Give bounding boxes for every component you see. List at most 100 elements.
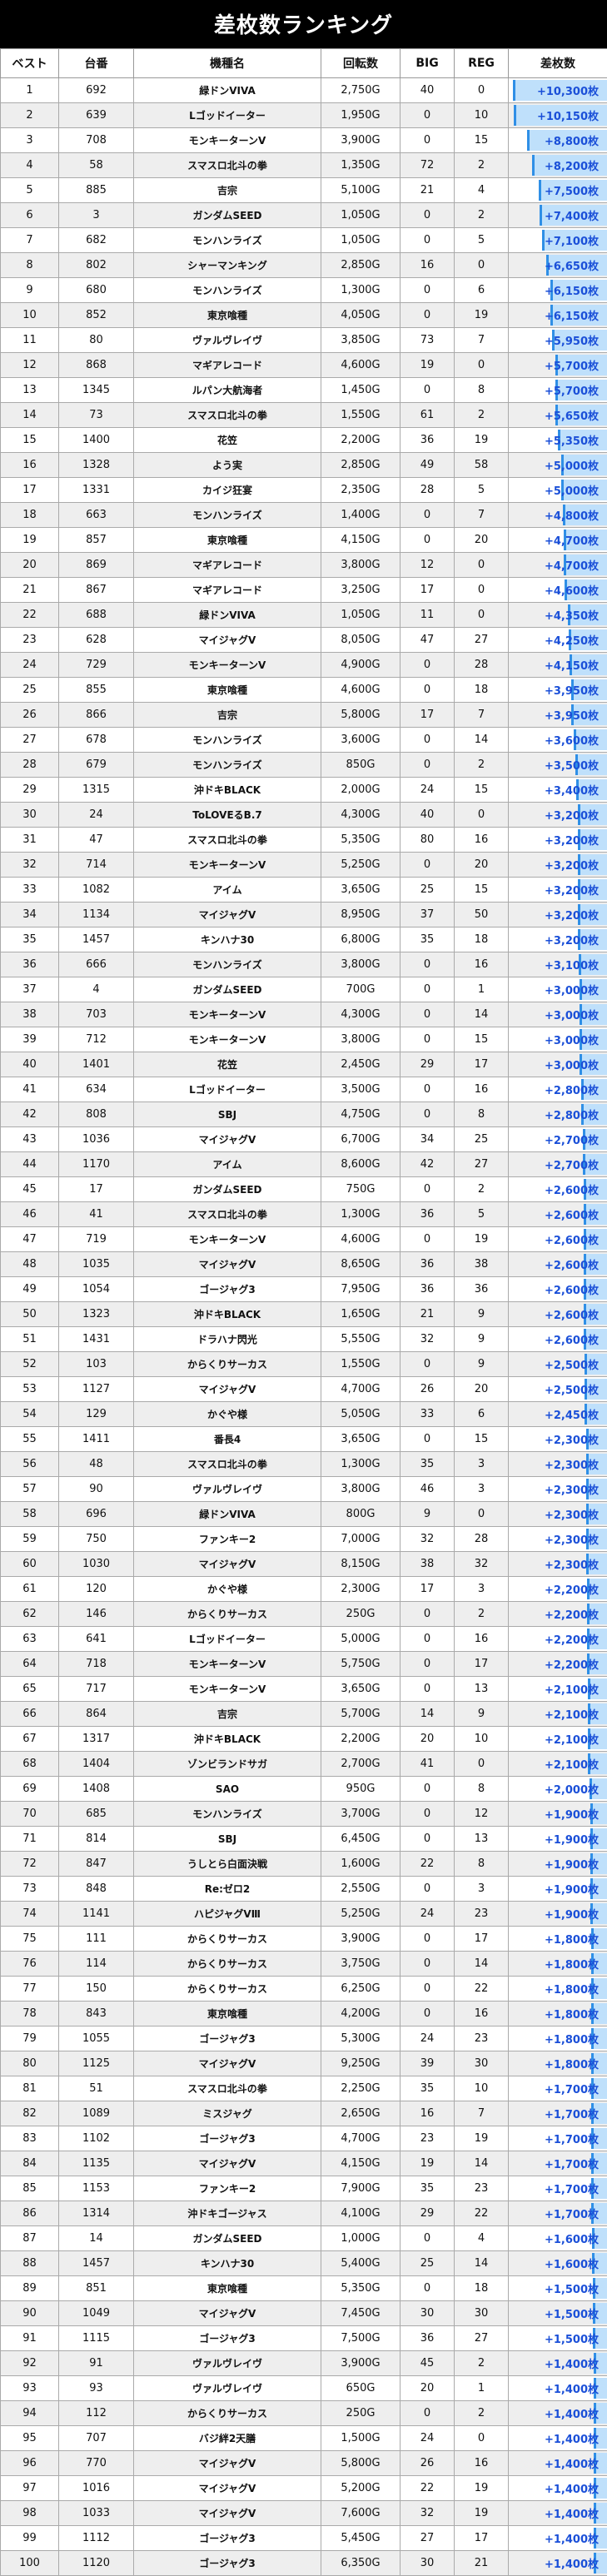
diff-cell: +2,200枚: [509, 1652, 607, 1677]
header-big: BIG: [401, 49, 455, 78]
reg-cell: 7: [455, 503, 509, 528]
diff-value: +7,500枚: [545, 186, 599, 198]
big-cell: 26: [401, 2451, 455, 2476]
rank-cell: 62: [1, 1602, 59, 1627]
big-cell: 0: [401, 203, 455, 228]
table-row: 20869マギアレコード3,800G120+4,700枚: [1, 553, 607, 578]
big-cell: 35: [401, 2076, 455, 2101]
spins-cell: 1,050G: [321, 603, 401, 628]
spins-cell: 4,750G: [321, 1102, 401, 1127]
machine-name-cell: マイジャグV: [134, 2476, 321, 2501]
rank-cell: 45: [1, 1177, 59, 1202]
reg-cell: 27: [455, 1152, 509, 1177]
spins-cell: 5,000G: [321, 1627, 401, 1652]
diff-cell: +2,300枚: [509, 1502, 607, 1527]
machine-number-cell: 1317: [59, 1727, 134, 1752]
machine-number-cell: 639: [59, 103, 134, 128]
machine-name-cell: モンハンライズ: [134, 952, 321, 977]
diff-cell: +7,100枚: [509, 228, 607, 253]
diff-value: +2,600枚: [545, 1335, 599, 1347]
diff-value: +2,300枚: [545, 1460, 599, 1472]
rank-cell: 82: [1, 2101, 59, 2126]
machine-name-cell: ルパン大航海者: [134, 378, 321, 403]
spins-cell: 3,650G: [321, 1677, 401, 1702]
spins-cell: 4,700G: [321, 2126, 401, 2151]
machine-number-cell: 1331: [59, 478, 134, 503]
rank-cell: 32: [1, 853, 59, 878]
machine-name-cell: バジ絆2天膳: [134, 2426, 321, 2451]
machine-number-cell: 808: [59, 1102, 134, 1127]
reg-cell: 6: [455, 278, 509, 303]
machine-number-cell: 707: [59, 2426, 134, 2451]
machine-number-cell: 703: [59, 1002, 134, 1027]
diff-value: +2,600枚: [545, 1310, 599, 1322]
table-row: 331082アイム3,650G2515+3,200枚: [1, 878, 607, 903]
spins-cell: 3,700G: [321, 1802, 401, 1827]
machine-number-cell: 719: [59, 1227, 134, 1252]
big-cell: 19: [401, 353, 455, 378]
diff-cell: +2,300枚: [509, 1527, 607, 1552]
machine-name-cell: 番長4: [134, 1427, 321, 1452]
machine-name-cell: 東京喰種: [134, 2276, 321, 2301]
spins-cell: 4,150G: [321, 2151, 401, 2176]
spins-cell: 6,250G: [321, 1977, 401, 2002]
machine-number-cell: 851: [59, 2276, 134, 2301]
reg-cell: 3: [455, 1577, 509, 1602]
big-cell: 30: [401, 2551, 455, 2576]
big-cell: 0: [401, 728, 455, 753]
diff-cell: +5,650枚: [509, 403, 607, 428]
machine-number-cell: 41: [59, 1202, 134, 1227]
spins-cell: 2,700G: [321, 1752, 401, 1777]
rank-cell: 50: [1, 1302, 59, 1327]
diff-cell: +1,800枚: [509, 1977, 607, 2002]
reg-cell: 15: [455, 778, 509, 803]
table-row: 94112からくりサーカス250G02+1,400枚: [1, 2401, 607, 2426]
reg-cell: 2: [455, 153, 509, 178]
rank-cell: 79: [1, 2026, 59, 2051]
rank-cell: 77: [1, 1977, 59, 2002]
diff-value: +10,150枚: [537, 111, 599, 123]
machine-number-cell: 111: [59, 1927, 134, 1952]
diff-value: +2,100枚: [545, 1684, 599, 1697]
diff-cell: +4,150枚: [509, 653, 607, 678]
spins-cell: 850G: [321, 753, 401, 778]
diff-value: +2,200枚: [545, 1634, 599, 1647]
diff-value: +2,800枚: [545, 1110, 599, 1122]
rank-cell: 60: [1, 1552, 59, 1577]
table-row: 691408SAO950G08+2,000枚: [1, 1777, 607, 1802]
reg-cell: 16: [455, 1077, 509, 1102]
table-row: 3024ToLOVEるB.74,300G400+3,200枚: [1, 803, 607, 828]
machine-name-cell: Lゴッドイーター: [134, 103, 321, 128]
big-cell: 0: [401, 2226, 455, 2251]
reg-cell: 19: [455, 2476, 509, 2501]
rank-cell: 81: [1, 2076, 59, 2101]
table-row: 341134マイジャグV8,950G3750+3,200枚: [1, 903, 607, 927]
diff-cell: +2,600枚: [509, 1302, 607, 1327]
big-cell: 0: [401, 1627, 455, 1652]
machine-name-cell: 花笠: [134, 428, 321, 453]
diff-value: +1,900枚: [545, 1834, 599, 1847]
spins-cell: 5,750G: [321, 1652, 401, 1677]
spins-cell: 7,900G: [321, 2176, 401, 2201]
reg-cell: 19: [455, 2501, 509, 2526]
diff-cell: +2,800枚: [509, 1077, 607, 1102]
diff-cell: +2,600枚: [509, 1252, 607, 1277]
table-row: 58696緑ドンVIVA800G90+2,300枚: [1, 1502, 607, 1527]
machine-number-cell: 680: [59, 278, 134, 303]
table-row: 39712モンキーターンV3,800G015+3,000枚: [1, 1027, 607, 1052]
table-row: 501323沖ドキBLACK1,650G219+2,600枚: [1, 1302, 607, 1327]
big-cell: 72: [401, 153, 455, 178]
machine-number-cell: 1036: [59, 1127, 134, 1152]
spins-cell: 4,200G: [321, 2002, 401, 2026]
big-cell: 0: [401, 2002, 455, 2026]
diff-cell: +2,100枚: [509, 1727, 607, 1752]
machine-name-cell: モンキーターンV: [134, 128, 321, 153]
big-cell: 23: [401, 2126, 455, 2151]
big-cell: 36: [401, 428, 455, 453]
rank-cell: 70: [1, 1802, 59, 1827]
diff-cell: +10,300枚: [509, 78, 607, 103]
table-row: 8151スマスロ北斗の拳2,250G3510+1,700枚: [1, 2076, 607, 2101]
diff-cell: +2,200枚: [509, 1602, 607, 1627]
diff-cell: +2,300枚: [509, 1452, 607, 1477]
reg-cell: 13: [455, 1677, 509, 1702]
